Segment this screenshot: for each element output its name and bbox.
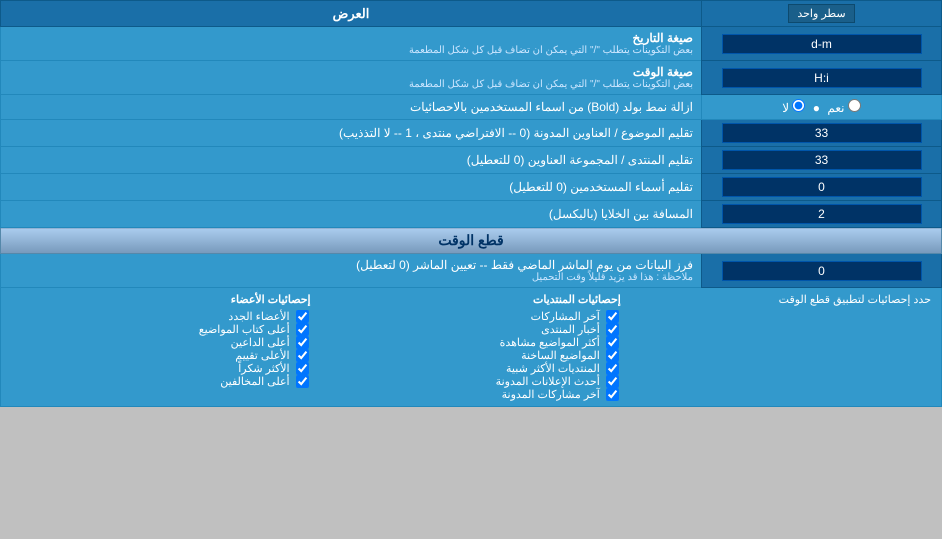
checkbox-new-members[interactable]: الأعضاء الجدد [11,310,311,323]
bold-no-label: لا [782,101,789,115]
limit-label: حدد إحصائيات لتطبيق قطع الوقت [631,288,941,406]
col2-header: إحصائيات المنتديات [331,293,621,306]
date-format-input[interactable] [722,34,922,54]
checkbox-hot-topics[interactable]: المواضيع الساخنة [331,349,621,362]
bold-no-radio[interactable] [792,99,805,112]
bold-yes-label: نعم [827,101,844,115]
checkbox-latest-ads[interactable]: أحدث الإعلانات المدونة [331,375,621,388]
checkbox-blog-posts[interactable]: آخر مشاركات المدونة [331,388,621,401]
col1-header: إحصائيات الأعضاء [11,293,311,306]
checkbox-similar-forums[interactable]: المنتديات الأكثر شبية [331,362,621,375]
bold-row-label: ازالة نمط بولد (Bold) من اسماء المستخدمي… [410,100,693,114]
forum-addresses-input[interactable] [722,150,922,170]
time-format-sublabel: بعض التكوينات يتطلب "/" التي يمكن ان تضا… [9,79,693,90]
checkbox-last-posts[interactable]: آخر المشاركات [331,310,621,323]
filter-label: فرز البيانات من يوم الماشر الماضي فقط --… [9,258,693,272]
checkbox-top-rated[interactable]: الأعلى تقييم [11,349,311,362]
cells-distance-label: المسافة بين الخلايا (بالبكسل) [549,207,693,221]
page-title: العرض [1,1,702,27]
users-names-label: تقليم أسماء المستخدمين (0 للتعطيل) [509,180,693,194]
member-stats-col: إحصائيات الأعضاء الأعضاء الجدد أعلى كتاب… [1,288,321,406]
filter-input[interactable] [722,261,922,281]
checkbox-most-viewed[interactable]: أكثر المواضيع مشاهدة [331,336,621,349]
bold-yes-radio[interactable] [848,99,861,112]
date-format-sublabel: بعض التكوينات يتطلب "/" التي يمكن ان تضا… [9,45,693,56]
display-dropdown[interactable]: سطر واحد [788,4,854,23]
cells-distance-input[interactable] [722,204,922,224]
checkbox-top-inviters[interactable]: أعلى الداعين [11,336,311,349]
checkbox-top-violators[interactable]: أعلى المخالفين [11,375,311,388]
checkbox-top-topic-writers[interactable]: أعلى كتاب المواضيع [11,323,311,336]
time-format-input[interactable] [722,68,922,88]
forum-addresses-label: تقليم المنتدى / المجموعة العناوين (0 للت… [467,153,693,167]
time-format-label: صيغة الوقت [9,65,693,79]
forum-stats-col: إحصائيات المنتديات آخر المشاركات أخبار ا… [321,288,631,406]
topics-addresses-label: تقليم الموضوع / العناوين المدونة (0 -- ا… [339,126,693,140]
filter-note: ملاحظة : هذا قد يزيد قليلاً وقت التحميل [9,272,693,283]
checkbox-forum-news[interactable]: أخبار المنتدى [331,323,621,336]
date-format-label: صيغة التاريخ [9,31,693,45]
checkbox-most-thankful[interactable]: الأكثر شكراً [11,362,311,375]
topics-addresses-input[interactable] [722,123,922,143]
users-names-input[interactable] [722,177,922,197]
cut-time-section-header: قطع الوقت [1,228,942,254]
